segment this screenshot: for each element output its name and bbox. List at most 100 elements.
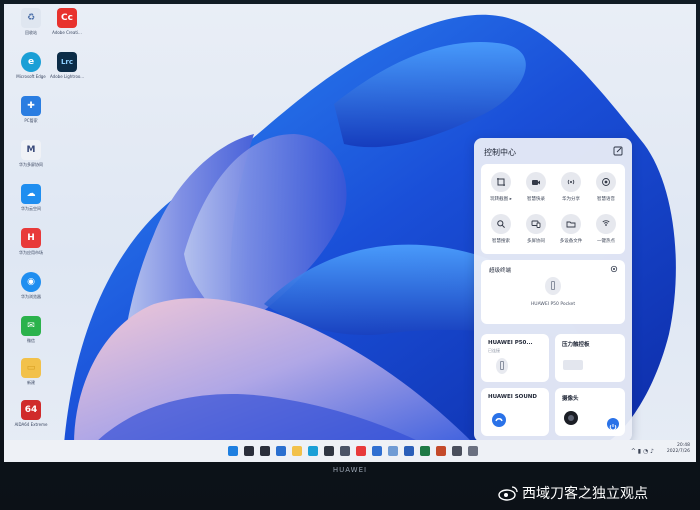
task-view-icon[interactable]	[260, 446, 270, 456]
quick-action-multi-device-files[interactable]: 多设备文件	[556, 214, 586, 244]
camera-card[interactable]: 摄像头	[555, 388, 625, 436]
search-icon[interactable]	[244, 446, 254, 456]
taskbar: ^ ▮ ◔ ♪ 20:48 2022/7/26	[4, 440, 696, 462]
huawei-cloud-icon: ☁	[21, 184, 41, 204]
desktop-icon-aida64[interactable]: 64 AIDA64 Extreme	[14, 400, 48, 427]
share-icon	[567, 179, 575, 185]
desktop-icon-app-store[interactable]: H 华为应用市场	[14, 228, 48, 255]
explorer-icon[interactable]	[292, 446, 302, 456]
phone-card[interactable]: HUAWEI P50... 已连接	[481, 334, 549, 382]
desktop-icon-folder[interactable]: ▭ 新建	[14, 358, 48, 385]
crop-icon	[497, 178, 505, 186]
quick-action-screenshot[interactable]: 玩转截图 ▸	[486, 172, 516, 202]
adobe-creative-cloud-icon: Cc	[57, 8, 77, 28]
desktop-icon-label: AIDA64 Extreme	[14, 422, 48, 427]
control-center-title: 控制中心	[484, 148, 516, 157]
clock-date: 2022/7/26	[666, 449, 690, 454]
desktop-icon-browser[interactable]: ◉ 华为浏览器	[14, 272, 48, 299]
quick-action-huawei-share[interactable]: 华为分享	[556, 172, 586, 202]
pressure-touchpad-title: 压力触控板	[562, 342, 590, 348]
touchpad-icon	[563, 360, 583, 370]
edit-icon[interactable]	[613, 146, 623, 156]
desktop-icon-recycle-bin[interactable]: ♻ 回收站	[14, 8, 48, 35]
phone-card-title: HUAWEI P50...	[488, 340, 533, 346]
phone-device-icon[interactable]	[545, 277, 561, 295]
quick-action-smart-search[interactable]: 智慧搜索	[486, 214, 516, 244]
widgets-icon[interactable]	[276, 446, 286, 456]
phone-card-status: 已连接	[488, 348, 500, 353]
desktop-icon-wechat[interactable]: ✉ 微信	[14, 316, 48, 343]
desktop-icon-label: 华为浏览器	[21, 294, 41, 299]
sound-wave-icon	[492, 413, 506, 427]
desktop-icon-label: Adobe Creati...	[52, 30, 82, 35]
watermark-text: 西域刀客之独立观点	[522, 486, 648, 502]
quick-action-label: 智慧语音	[597, 197, 615, 202]
powerpoint-icon[interactable]	[436, 446, 446, 456]
terminal-icon[interactable]	[452, 446, 462, 456]
app-icon[interactable]	[468, 446, 478, 456]
desktop-icon-label: Adobe Lightroo...	[50, 74, 85, 79]
quick-action-label: 智慧搜索	[492, 239, 510, 244]
camera-power-toggle[interactable]	[607, 418, 619, 431]
quick-action-label: 玩转截图 ▸	[490, 197, 512, 202]
photos-icon[interactable]	[388, 446, 398, 456]
system-clock[interactable]: 20:48 2022/7/26	[667, 443, 690, 455]
quick-action-smart-voice[interactable]: 智慧语音	[591, 172, 621, 202]
quick-actions-card: 玩转截图 ▸ 智慧快录 华为分享 智慧语音 智慧搜索 多屏协同 多设备文件 一键…	[481, 164, 625, 254]
desktop-icon-label: 华为应用市场	[19, 250, 43, 255]
hotspot-icon	[602, 220, 610, 226]
desktop-icon-lightroom[interactable]: Lrc Adobe Lightroo...	[50, 52, 84, 79]
multiscreen-icon[interactable]	[340, 446, 350, 456]
edge-icon[interactable]	[308, 446, 318, 456]
desktop-icon-creative-cloud[interactable]: Cc Adobe Creati...	[50, 8, 84, 35]
start-icon[interactable]	[228, 446, 238, 456]
pressure-touchpad-card[interactable]: 压力触控板	[555, 334, 625, 382]
desktop-icon-cloud[interactable]: ☁ 华为云空间	[14, 184, 48, 211]
lightroom-classic-icon: Lrc	[57, 52, 77, 72]
mail-icon[interactable]	[372, 446, 382, 456]
recycle-bin-icon: ♻	[21, 8, 41, 28]
quick-action-label: 多屏协同	[527, 239, 545, 244]
quick-action-multi-screen[interactable]: 多屏协同	[521, 214, 551, 244]
pc-manager-icon: ✚	[21, 96, 41, 116]
desktop-icon-label: 华为多屏协同	[19, 162, 43, 167]
quick-action-smart-capture[interactable]: 智慧快录	[521, 172, 551, 202]
search-icon	[497, 220, 505, 228]
desktop-icon-label: Microsoft Edge	[16, 74, 46, 79]
quick-action-label: 华为分享	[562, 197, 580, 202]
desktop-screen: ♻ 回收站 Cc Adobe Creati... e Microsoft Edg…	[4, 4, 696, 462]
multiscreen-icon	[531, 220, 541, 228]
huawei-browser-icon: ◉	[21, 272, 41, 292]
camera-icon	[532, 180, 540, 185]
quick-action-label: 一键热点	[597, 239, 615, 244]
camera-lens-icon	[564, 411, 578, 425]
desktop-icon-label: PC管家	[24, 118, 38, 123]
desktop-icon-label: 华为云空间	[21, 206, 41, 211]
super-device-title: 超级终端	[489, 268, 512, 274]
phone-icon	[496, 358, 508, 374]
power-icon	[609, 424, 617, 431]
desktop-icon-label: 回收站	[25, 30, 37, 35]
excel-icon[interactable]	[420, 446, 430, 456]
desktop-icon-label: 微信	[27, 338, 35, 343]
aida64-icon: 64	[21, 400, 41, 420]
super-device-card[interactable]: 超级终端 HUAWEI P50 Pocket	[481, 260, 625, 324]
huawei-store-icon[interactable]	[356, 446, 366, 456]
folder-icon: ▭	[21, 358, 41, 378]
huawei-sound-title: HUAWEI SOUND	[488, 394, 537, 400]
desktop-icon-label: 新建	[27, 380, 35, 385]
microsoft-edge-icon: e	[21, 52, 41, 72]
camera-title: 摄像头	[562, 396, 579, 402]
desktop-icon-multiscreen[interactable]: M 华为多屏协同	[14, 140, 48, 167]
word-icon[interactable]	[404, 446, 414, 456]
wechat-icon: ✉	[21, 316, 41, 336]
desktop-icon-pc-manager[interactable]: ✚ PC管家	[14, 96, 48, 123]
quick-action-hotspot[interactable]: 一键热点	[591, 214, 621, 244]
desktop-icon-edge[interactable]: e Microsoft Edge	[14, 52, 48, 79]
system-tray: ^ ▮ ◔ ♪	[630, 448, 654, 455]
huawei-store-icon: H	[21, 228, 41, 248]
store-icon[interactable]	[324, 446, 334, 456]
voice-icon	[602, 178, 610, 186]
huawei-sound-card[interactable]: HUAWEI SOUND	[481, 388, 549, 436]
gear-icon[interactable]	[610, 265, 618, 273]
